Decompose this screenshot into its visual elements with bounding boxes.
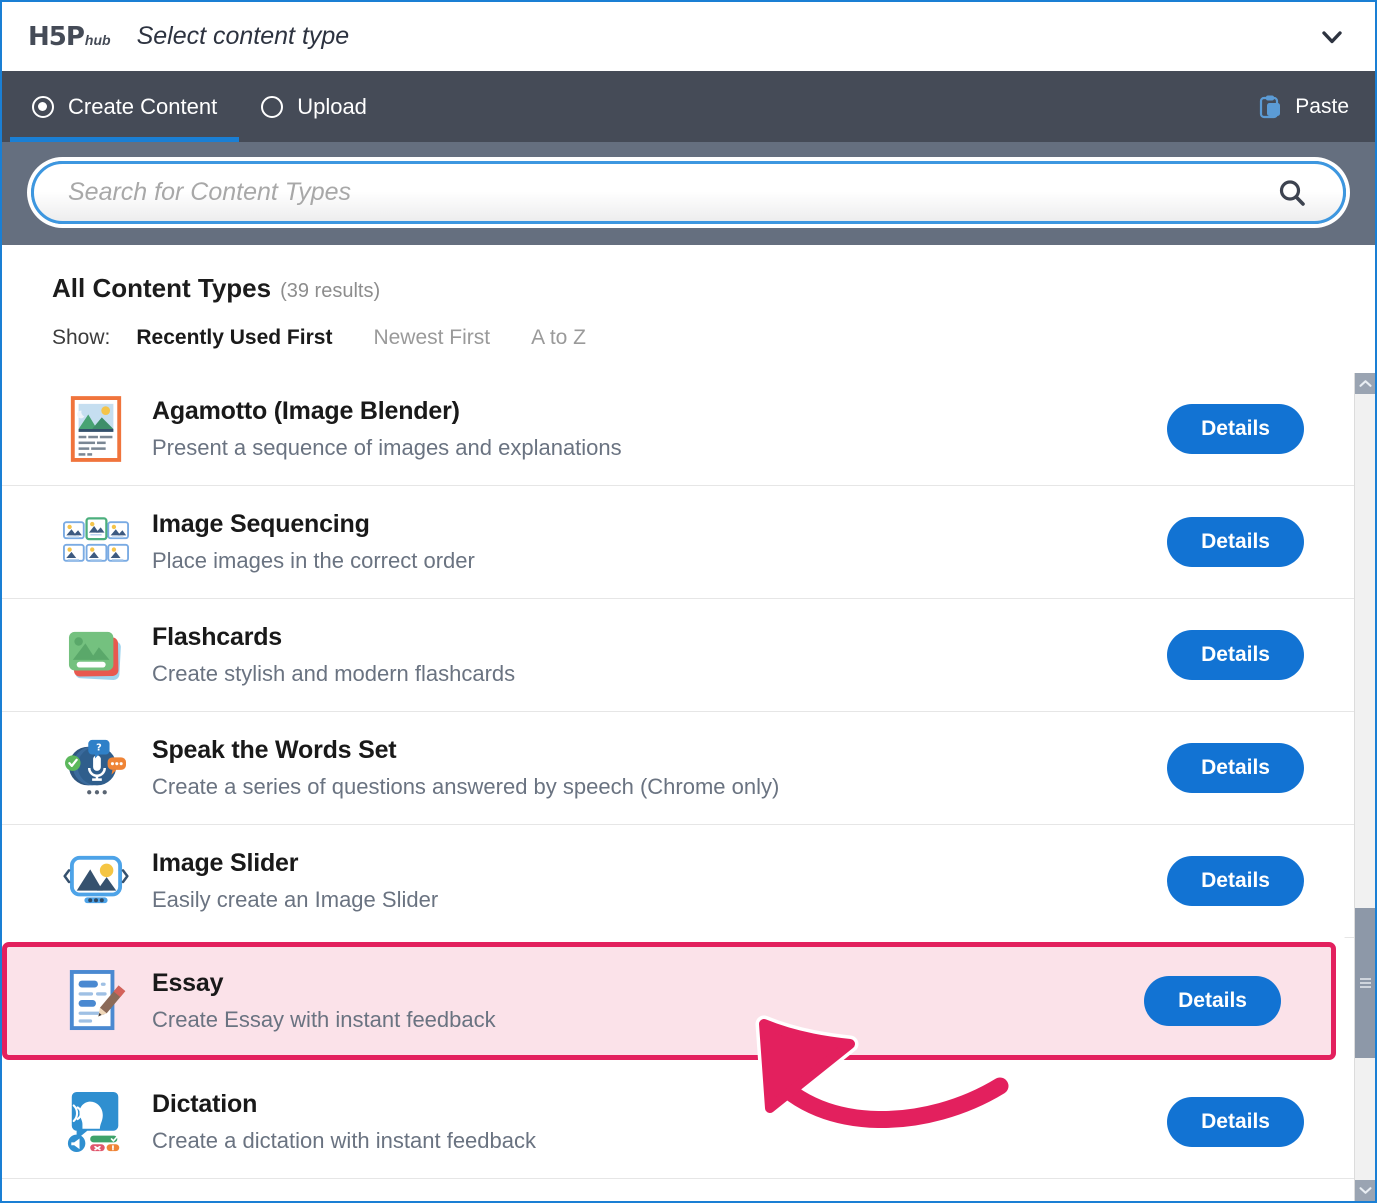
page-title: Select content type xyxy=(137,22,350,51)
list-item[interactable]: ? xyxy=(2,712,1354,825)
details-button[interactable]: Details xyxy=(1167,404,1304,454)
content-type-description: Place images in the correct order xyxy=(152,548,1167,574)
content-type-description: Create Essay with instant feedback xyxy=(152,1007,1144,1033)
chevron-down-icon[interactable] xyxy=(1319,24,1345,50)
list-item[interactable]: Flashcards Create stylish and modern fla… xyxy=(2,599,1354,712)
sort-option-recently-used-first[interactable]: Recently Used First xyxy=(136,326,332,350)
h5p-hub-content-type-selector: H5P hub Select content type Create Conte… xyxy=(0,0,1377,1203)
title-bar: H5P hub Select content type xyxy=(2,2,1375,71)
logo-h5p-text: H5P xyxy=(28,22,84,52)
list-item[interactable]: Agamotto (Image Blender) Present a seque… xyxy=(2,373,1354,486)
image-slider-icon xyxy=(62,846,130,916)
tab-create-content[interactable]: Create Content xyxy=(10,71,239,142)
list-item-texts: Image Sequencing Place images in the cor… xyxy=(152,510,1167,574)
content-type-title: Image Sequencing xyxy=(152,510,1167,539)
results-panel: All Content Types (39 results) Show: Rece… xyxy=(2,245,1375,1201)
dictation-icon xyxy=(62,1087,130,1157)
clipboard-icon xyxy=(1259,94,1283,120)
details-button[interactable]: Details xyxy=(1167,1097,1304,1147)
list-scrollbar[interactable] xyxy=(1354,373,1375,1201)
tab-create-content-label: Create Content xyxy=(68,94,217,120)
flashcards-icon xyxy=(62,620,130,690)
details-button[interactable]: Details xyxy=(1167,743,1304,793)
tab-upload[interactable]: Upload xyxy=(239,71,389,142)
sort-label: Show: xyxy=(52,326,110,350)
svg-text:?: ? xyxy=(96,743,102,754)
list-item[interactable]: Dictation Create a dictation with instan… xyxy=(2,1066,1354,1179)
search-box[interactable] xyxy=(31,161,1346,224)
scroll-up-button[interactable] xyxy=(1355,373,1375,394)
speak-the-words-set-icon: ? xyxy=(62,733,130,803)
image-sequencing-icon xyxy=(62,507,130,577)
tab-upload-label: Upload xyxy=(297,94,367,120)
list-item-texts: Image Slider Easily create an Image Slid… xyxy=(152,849,1167,913)
list-item-essay-selected[interactable]: Essay Create Essay with instant feedback… xyxy=(2,942,1336,1060)
radio-upload-icon xyxy=(261,96,283,118)
details-button[interactable]: Details xyxy=(1167,517,1304,567)
content-type-description: Easily create an Image Slider xyxy=(152,887,1167,913)
h5p-hub-logo: H5P hub xyxy=(28,22,111,52)
scrollbar-thumb[interactable] xyxy=(1355,908,1375,1058)
essay-icon xyxy=(62,966,130,1036)
content-type-title: Essay xyxy=(152,969,1144,998)
sort-option-newest-first[interactable]: Newest First xyxy=(373,326,490,350)
paste-label: Paste xyxy=(1295,95,1349,119)
content-type-title: Agamotto (Image Blender) xyxy=(152,397,1167,426)
content-type-list: Agamotto (Image Blender) Present a seque… xyxy=(2,373,1354,1201)
mode-tab-bar: Create Content Upload Paste xyxy=(2,71,1375,142)
results-heading: All Content Types xyxy=(52,273,271,304)
details-button[interactable]: Details xyxy=(1144,976,1281,1026)
details-button[interactable]: Details xyxy=(1167,630,1304,680)
content-type-title: Dictation xyxy=(152,1090,1167,1119)
content-type-description: Present a sequence of images and explana… xyxy=(152,435,1167,461)
list-item-texts: Agamotto (Image Blender) Present a seque… xyxy=(152,397,1167,461)
search-input[interactable] xyxy=(34,178,1277,207)
paste-button[interactable]: Paste xyxy=(1259,71,1349,142)
radio-create-content-icon xyxy=(32,96,54,118)
content-type-title: Speak the Words Set xyxy=(152,736,1167,765)
scroll-down-button[interactable] xyxy=(1355,1180,1375,1201)
logo-hub-text: hub xyxy=(85,32,111,48)
content-type-description: Create a dictation with instant feedback xyxy=(152,1128,1167,1154)
scrollbar-grip-icon xyxy=(1360,976,1371,990)
list-item-texts: Flashcards Create stylish and modern fla… xyxy=(152,623,1167,687)
list-item-texts: Dictation Create a dictation with instan… xyxy=(152,1090,1167,1154)
search-icon[interactable] xyxy=(1277,178,1343,208)
content-type-description: Create stylish and modern flashcards xyxy=(152,661,1167,687)
results-header: All Content Types (39 results) Show: Rece… xyxy=(2,245,1375,350)
search-band xyxy=(2,142,1375,245)
content-type-title: Flashcards xyxy=(152,623,1167,652)
content-type-title: Image Slider xyxy=(152,849,1167,878)
sort-controls: Show: Recently Used First Newest First A… xyxy=(52,326,1375,350)
details-button[interactable]: Details xyxy=(1167,856,1304,906)
results-count: (39 results) xyxy=(280,280,380,302)
list-item-texts: Essay Create Essay with instant feedback xyxy=(152,969,1144,1033)
list-item-texts: Speak the Words Set Create a series of q… xyxy=(152,736,1167,800)
list-item[interactable]: Image Slider Easily create an Image Slid… xyxy=(2,825,1354,938)
content-type-description: Create a series of questions answered by… xyxy=(152,774,1167,800)
agamotto-icon xyxy=(62,394,130,464)
sort-option-a-to-z[interactable]: A to Z xyxy=(531,326,586,350)
list-item[interactable]: Image Sequencing Place images in the cor… xyxy=(2,486,1354,599)
